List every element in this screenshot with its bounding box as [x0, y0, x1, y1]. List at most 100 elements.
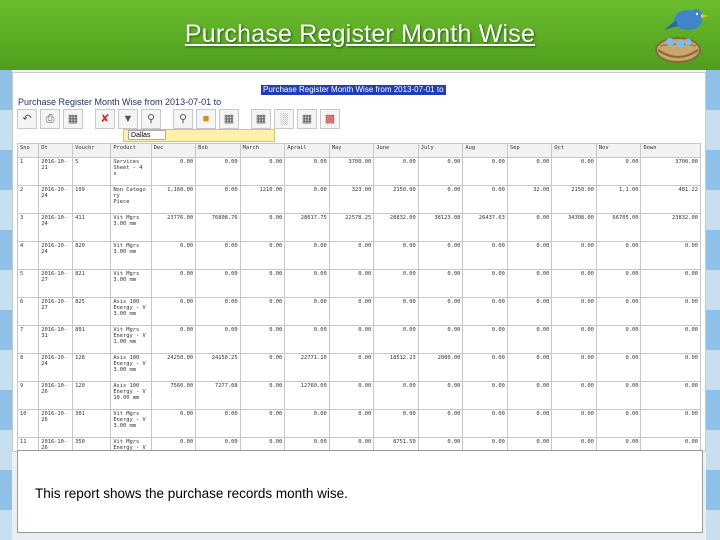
table-cell: 23776.00	[150, 213, 197, 242]
report-title: Purchase Register Month Wise from 2013-0…	[18, 97, 222, 107]
column-header[interactable]: June	[373, 143, 419, 158]
table-cell: 28832.00	[373, 213, 419, 242]
table-cell: 0.00	[551, 381, 597, 410]
column-header[interactable]: March	[239, 143, 286, 158]
table-cell: 7277.08	[195, 381, 241, 410]
chart-icon[interactable]: ░	[274, 109, 294, 129]
table-cell: 0.00	[239, 213, 286, 242]
print-icon[interactable]: ⎙	[40, 109, 60, 129]
table-cell: 3700.00	[640, 157, 701, 186]
table-cell: 0.00	[551, 157, 597, 186]
column-header[interactable]: Down	[640, 143, 701, 158]
slide-title: Purchase Register Month Wise	[184, 20, 536, 48]
column-header[interactable]: Product	[110, 143, 152, 158]
grid3-icon[interactable]: ▦	[297, 109, 317, 129]
table-cell: 1,160.00	[150, 185, 197, 214]
grid-icon[interactable]: ▦	[219, 109, 239, 129]
table-cell: 0.00	[506, 241, 553, 270]
table-cell: 0.00	[284, 185, 330, 214]
table-cell: 0.00	[328, 269, 375, 298]
table-cell: 0.00	[506, 297, 553, 326]
table-cell: 1,1.00	[595, 185, 642, 214]
first-page-icon[interactable]: ↶	[17, 109, 37, 129]
report-toolbar: ↶ ⎙ ▦ ✘ ▼ ⚲ ⚲ ■ ▦ ▦ ░ ▦ ▩	[17, 109, 340, 129]
table-cell: 0.00	[462, 241, 508, 270]
table-cell: 0.00	[239, 157, 286, 186]
table-cell: 0.00	[506, 213, 553, 242]
table-cell: 0.00	[150, 241, 197, 270]
table-cell: 8	[16, 353, 40, 382]
table-cell: 0.00	[195, 157, 241, 186]
table-row[interactable]: 4 2016-10- 24 820 Vit Mgrs 3.00 mm 0.00 0.00 0…	[16, 241, 701, 270]
table-cell: 0.00	[551, 297, 597, 326]
table-cell: 0.00	[328, 381, 375, 410]
table-cell: 12760.00	[284, 381, 330, 410]
table-cell: 2150.00	[373, 185, 419, 214]
table-cell: 7560.00	[150, 381, 197, 410]
table-row[interactable]: 8 2016-10- 24 128 Asis 100 Energy - V 3.00 …	[16, 353, 701, 382]
table-cell: 0.00	[284, 269, 330, 298]
table-cell: 0.00	[595, 297, 642, 326]
table-cell: Vit Mgrs 3.00 mm	[110, 269, 152, 298]
table-row[interactable]: 5 2016-10- 27 821 Vit Mgrs 3.00 mm 0.00 0.00 0…	[16, 269, 701, 298]
table-cell: 481.22	[640, 185, 701, 214]
column-header[interactable]: May	[328, 143, 375, 158]
column-header[interactable]: Sep	[506, 143, 553, 158]
grid2-icon[interactable]: ▦	[251, 109, 271, 129]
table-cell: 2016-10- 24	[38, 185, 74, 214]
column-header[interactable]: Dec	[150, 143, 197, 158]
table-cell: 28017.75	[284, 213, 330, 242]
table-cell: 0.00	[551, 409, 597, 438]
table-row[interactable]: 10 2016-10- 26 301 Vit Mgrs Energy - V 3.00…	[16, 409, 701, 438]
highlighted-report-title: Purchase Register Month Wise from 2013-0…	[261, 85, 446, 95]
clear-filter-icon[interactable]: ✘	[95, 109, 115, 129]
column-header[interactable]: Aprail	[284, 143, 330, 158]
table-row[interactable]: 1 2016-10- 21 5 Services Sheet - 4 s 0.00 0.0…	[16, 157, 701, 186]
table-cell: 0.00	[640, 381, 701, 410]
table-cell: 323.00	[328, 185, 375, 214]
table-cell: 2016-10- 27	[38, 297, 74, 326]
table-row[interactable]: 6 2016-10- 27 825 Asis 100 Energy - V 3.00 …	[16, 297, 701, 326]
column-header[interactable]: Aug	[462, 143, 508, 158]
column-header[interactable]: July	[417, 143, 464, 158]
close-report-icon[interactable]: ▩	[320, 109, 340, 129]
zoom-select[interactable]: Dallas	[128, 130, 166, 140]
table-cell: 0.00	[239, 297, 286, 326]
table-cell: 0.00	[239, 325, 286, 354]
column-header[interactable]: Nov	[595, 143, 642, 158]
table-cell: 0.00	[506, 325, 553, 354]
table-cell: 0.00	[284, 241, 330, 270]
column-header[interactable]: Vouchr	[72, 143, 112, 158]
zoom-icon[interactable]: ⚲	[173, 109, 193, 129]
report-screenshot: Purchase Register Month Wise from 2013-0…	[12, 72, 706, 452]
purchase-register-table: Sno Dt Vouchr Product Dec Bsb March Aprail May Ju…	[16, 143, 701, 451]
table-cell: 0.00	[640, 409, 701, 438]
table-cell: 0.00	[417, 381, 464, 410]
table-cell: 128	[72, 353, 112, 382]
table-cell: 0.00	[239, 381, 286, 410]
column-header[interactable]: Bsb	[195, 143, 241, 158]
table-cell: 1	[16, 157, 40, 186]
table-cell: 18512.23	[373, 353, 419, 382]
search-icon[interactable]: ⚲	[141, 109, 161, 129]
table-row[interactable]: 7 2016-10- 31 801 Vit Mgrs Energy - V 1.00 …	[16, 325, 701, 354]
table-cell: 0.00	[373, 157, 419, 186]
filter-icon[interactable]: ▼	[118, 109, 138, 129]
table-cell: 2016-10- 24	[38, 353, 74, 382]
export-icon[interactable]: ■	[196, 109, 216, 129]
column-header[interactable]: Dt	[38, 143, 74, 158]
column-header[interactable]: Sno	[16, 143, 40, 158]
table-cell: 0.00	[417, 325, 464, 354]
table-row[interactable]: 2 2016-10- 24 109 Non Category Piece 1,160.0…	[16, 185, 701, 214]
table-cell: 0.00	[417, 297, 464, 326]
table-cell: 4	[16, 241, 40, 270]
table-row[interactable]: 9 2016-10- 26 120 Asis 100 Energy - V 10.00…	[16, 381, 701, 410]
column-header[interactable]: Oct	[551, 143, 597, 158]
table-cell: 0.00	[195, 241, 241, 270]
table-cell: 0.00	[284, 157, 330, 186]
table-row[interactable]: 3 2016-10- 24 411 Vit Mgrs 3.00 mm 23776.00 7…	[16, 213, 701, 242]
column-settings-icon[interactable]: ▦	[63, 109, 83, 129]
table-cell: 1210.00	[239, 185, 286, 214]
table-cell: 34308.00	[551, 213, 597, 242]
table-cell: 0.00	[417, 241, 464, 270]
